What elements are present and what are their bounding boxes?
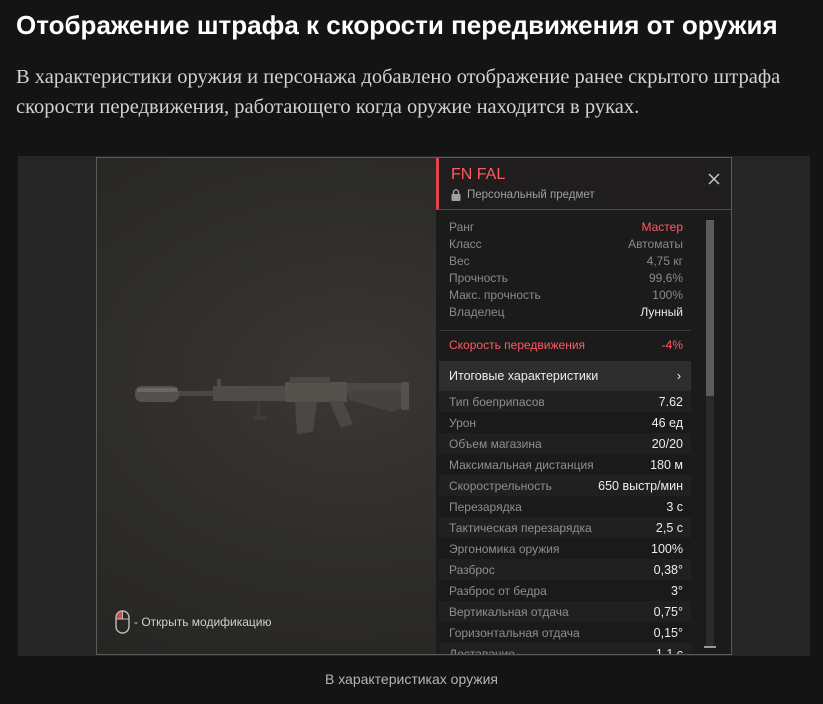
mouse-icon (115, 610, 130, 634)
info-label: Прочность (449, 271, 509, 285)
info-value: Лунный (640, 305, 683, 319)
stat-value: 180 м (650, 457, 683, 472)
summary-stats-button[interactable]: Итоговые характеристики › (439, 361, 691, 391)
stat-value: 1,1 с (655, 646, 683, 655)
stat-value: 20/20 (651, 436, 683, 451)
info-row-weight: Вес 4,75 кг (449, 254, 683, 271)
stat-row: Вертикальная отдача 0,75° (439, 601, 691, 622)
stat-label: Доставание (449, 646, 515, 655)
stat-row: Тактическая перезарядка 2,5 с (439, 517, 691, 538)
stat-value: 46 ед (651, 415, 683, 430)
stat-label: Разброс от бедра (449, 583, 547, 598)
stat-label: Перезарядка (449, 499, 522, 514)
article-lead: В характеристики оружия и персонажа доба… (16, 66, 781, 118)
info-row-owner: Владелец Лунный (449, 305, 683, 322)
info-value: 4,75 кг (646, 254, 683, 268)
stat-value: 100% (651, 541, 683, 556)
item-name: FN FAL (451, 166, 506, 183)
stat-label: Максимальная дистанция (449, 457, 594, 472)
item-subtitle: Персональный предмет (451, 189, 731, 201)
info-value: Автоматы (628, 237, 683, 251)
info-label: Ранг (449, 220, 475, 234)
stat-row: Максимальная дистанция 180 м (439, 454, 691, 475)
stat-row: Тип боеприпасов 7.62 (439, 391, 691, 412)
stat-row: Эргономика оружия 100% (439, 538, 691, 559)
info-label: Владелец (449, 305, 505, 319)
rifle-image (135, 377, 409, 434)
info-row-max-durability: Макс. прочность 100% (449, 288, 683, 305)
stat-row: Перезарядка 3 с (439, 496, 691, 517)
lock-icon (451, 189, 461, 201)
item-stats-list[interactable]: Ранг Мастер Класс Автоматы Вес 4,75 кг П… (439, 216, 691, 655)
frame-corner (97, 649, 102, 654)
stat-value: 3° (671, 583, 683, 598)
figure-caption: В характеристиках оружия (324, 671, 499, 687)
stat-value: 7.62 (658, 394, 683, 409)
info-label: Вес (449, 254, 470, 268)
movement-speed-penalty: Скорость передвижения -4% (439, 331, 691, 361)
item-subtitle-text: Персональный предмет (467, 189, 595, 201)
stat-label: Тактическая перезарядка (449, 520, 592, 535)
stat-value: 3 с (666, 499, 683, 514)
stat-value: 0,38° (653, 562, 683, 577)
scrollbar[interactable] (706, 220, 714, 646)
stat-row: Разброс 0,38° (439, 559, 691, 580)
info-row-durability: Прочность 99,6% (449, 271, 683, 288)
stat-value: 650 выстр/мин (598, 478, 683, 493)
article-heading: Отображение штрафа к скорости передвижен… (16, 10, 778, 40)
stat-label: Урон (449, 415, 477, 430)
item-header: FN FAL Персональный предмет (436, 158, 731, 210)
stat-row: Доставание 1,1 с (439, 643, 691, 655)
scroll-down-button[interactable] (704, 644, 716, 648)
weapon-stats-table: Тип боеприпасов 7.62 Урон 46 ед Объем мага… (439, 391, 691, 655)
stat-label: Скорострельность (449, 478, 552, 493)
stat-row: Разброс от бедра 3° (439, 580, 691, 601)
stat-value: 0,75° (653, 604, 683, 619)
stat-label: Тип боеприпасов (449, 394, 545, 409)
open-modification-label: - Открыть модификацию (134, 615, 272, 629)
close-icon[interactable] (707, 172, 721, 186)
stat-row: Горизонтальная отдача 0,15° (439, 622, 691, 643)
info-row-class: Класс Автоматы (449, 237, 683, 254)
info-label: Класс (449, 237, 482, 251)
speed-value: -4% (661, 338, 683, 352)
stat-label: Горизонтальная отдача (449, 625, 580, 640)
stat-row: Объем магазина 20/20 (439, 433, 691, 454)
stat-row: Скорострельность 650 выстр/мин (439, 475, 691, 496)
speed-label: Скорость передвижения (449, 338, 586, 352)
stat-row: Урон 46 ед (439, 412, 691, 433)
stat-value: 2,5 с (655, 520, 683, 535)
info-row-rank: Ранг Мастер (449, 220, 683, 237)
stat-label: Вертикальная отдача (449, 604, 569, 619)
stat-label: Объем магазина (449, 436, 542, 451)
item-details-panel: FN FAL Персональный предмет Ранг Мастер (436, 158, 731, 655)
info-value: 100% (652, 288, 683, 302)
summary-label: Итоговые характеристики (449, 369, 599, 383)
info-value: Мастер (641, 220, 683, 234)
info-label: Макс. прочность (449, 288, 541, 302)
stat-label: Эргономика оружия (449, 541, 560, 556)
stat-label: Разброс (449, 562, 495, 577)
frame-corner (97, 158, 102, 163)
game-screenshot: - Открыть модификацию FN FAL Персональны… (96, 157, 732, 655)
scrollbar-thumb[interactable] (706, 220, 714, 396)
info-value: 99,6% (648, 271, 683, 285)
item-info-block: Ранг Мастер Класс Автоматы Вес 4,75 кг П… (439, 216, 691, 322)
stat-value: 0,15° (653, 625, 683, 640)
open-modification-hint: - Открыть модификацию (115, 610, 272, 634)
chevron-right-icon: › (676, 369, 681, 383)
